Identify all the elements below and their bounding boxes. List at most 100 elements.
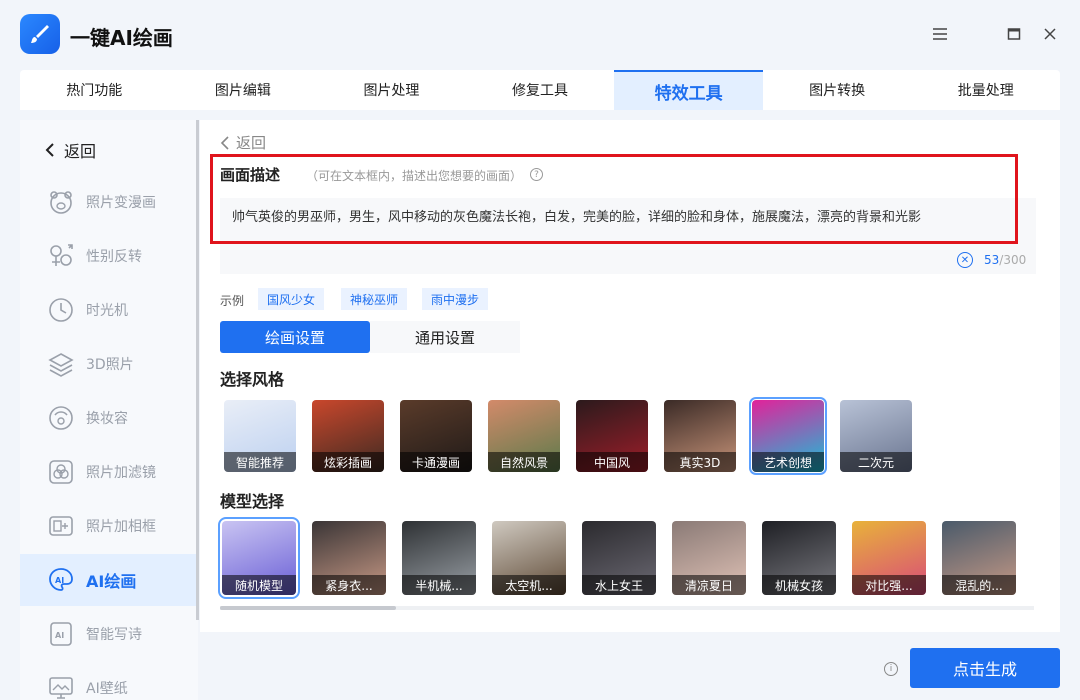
- example-tag[interactable]: 神秘巫师: [341, 288, 408, 310]
- model-card[interactable]: 水上女王: [582, 521, 656, 595]
- sidebar-item-label: 换妆容: [86, 411, 128, 427]
- style-card-label: 智能推荐: [224, 452, 296, 472]
- tab-image-convert[interactable]: 图片转换: [763, 70, 912, 110]
- char-count: 53/300: [984, 253, 1026, 267]
- style-card[interactable]: 中国风: [576, 400, 648, 472]
- tab-paint-settings[interactable]: 绘画设置: [220, 321, 370, 353]
- model-card-label: 对比强...: [852, 575, 926, 595]
- sidebar-back-button[interactable]: 返回: [44, 138, 96, 162]
- model-scroll-thumb[interactable]: [220, 606, 396, 610]
- style-card-label: 二次元: [840, 452, 912, 472]
- main-panel: 返回 画面描述 （可在文本框内，描述出您想要的画面） ? 帅气英俊的男巫师，男生…: [200, 120, 1060, 632]
- model-card[interactable]: 紧身衣...: [312, 521, 386, 595]
- sidebar-item-label: 照片加相框: [86, 519, 156, 535]
- sidebar-item-photo-to-cartoon[interactable]: 照片变漫画: [20, 176, 198, 228]
- style-card[interactable]: 智能推荐: [224, 400, 296, 472]
- sidebar-item-label: AI绘画: [86, 572, 137, 591]
- highlight-box: [210, 154, 1018, 244]
- sidebar-scrollbar[interactable]: [196, 120, 199, 620]
- model-card[interactable]: 混乱的...: [942, 521, 1016, 595]
- close-icon[interactable]: [1038, 22, 1062, 46]
- style-card-label: 艺术创想: [752, 452, 824, 472]
- style-card[interactable]: 自然风景: [488, 400, 560, 472]
- main-tab-bar: 热门功能 图片编辑 图片处理 修复工具 特效工具 图片转换 批量处理: [20, 70, 1060, 110]
- sidebar-item-photo-frame[interactable]: 照片加相框: [20, 500, 198, 552]
- maximize-icon[interactable]: [1002, 22, 1026, 46]
- model-card-label: 紧身衣...: [312, 575, 386, 595]
- info-icon[interactable]: i: [884, 662, 898, 676]
- char-count-max: /300: [999, 253, 1027, 267]
- model-card[interactable]: 太空机...: [492, 521, 566, 595]
- style-card[interactable]: 卡通漫画: [400, 400, 472, 472]
- svg-text:AI: AI: [55, 631, 64, 640]
- sidebar-item-gender-swap[interactable]: 性别反转: [20, 230, 198, 282]
- model-card-label: 太空机...: [492, 575, 566, 595]
- frame-icon: [48, 513, 74, 539]
- model-card-label: 混乱的...: [942, 575, 1016, 595]
- model-card-label: 清凉夏日: [672, 575, 746, 595]
- sidebar-item-label: 性别反转: [86, 249, 142, 265]
- tab-repair-tools[interactable]: 修复工具: [466, 70, 615, 110]
- model-section-title: 模型选择: [220, 492, 285, 511]
- tab-hot-features[interactable]: 热门功能: [20, 70, 169, 110]
- model-card-label: 半机械...: [402, 575, 476, 595]
- style-card[interactable]: 二次元: [840, 400, 912, 472]
- tab-image-edit[interactable]: 图片编辑: [169, 70, 318, 110]
- sidebar-item-label: 时光机: [86, 303, 128, 319]
- style-card[interactable]: 真实3D: [664, 400, 736, 472]
- ai-paint-icon: AI: [48, 567, 74, 593]
- example-tag[interactable]: 雨中漫步: [422, 288, 489, 310]
- model-card-label: 水上女王: [582, 575, 656, 595]
- chevron-left-icon: [220, 135, 229, 150]
- panel-back-button[interactable]: 返回: [220, 132, 266, 153]
- ai-wallpaper-icon: [48, 675, 74, 700]
- svg-text:AI: AI: [55, 576, 64, 585]
- sidebar-item-time-machine[interactable]: 时光机: [20, 284, 198, 336]
- tab-batch-process[interactable]: 批量处理: [911, 70, 1060, 110]
- app-title: 一键AI绘画: [70, 26, 173, 50]
- filter-icon: [48, 459, 74, 485]
- ai-poem-icon: AI: [48, 621, 74, 647]
- model-card[interactable]: 半机械...: [402, 521, 476, 595]
- sidebar-item-ai-painting[interactable]: AI AI绘画: [20, 554, 198, 606]
- sidebar: 返回 照片变漫画 性别反转 时光机 3D照片 换妆容 照片加滤镜 照片加相框 A…: [20, 120, 198, 700]
- example-tag[interactable]: 国风少女: [258, 288, 325, 310]
- model-card[interactable]: 随机模型: [218, 517, 300, 599]
- model-card-label: 随机模型: [222, 575, 296, 595]
- sidebar-item-label: AI壁纸: [86, 681, 128, 697]
- style-card[interactable]: 艺术创想: [749, 397, 827, 475]
- model-card[interactable]: 清凉夏日: [672, 521, 746, 595]
- examples-label: 示例: [220, 294, 245, 308]
- style-card-label: 中国风: [576, 452, 648, 472]
- sidebar-item-smart-poem[interactable]: AI 智能写诗: [20, 608, 198, 660]
- sidebar-item-makeup[interactable]: 换妆容: [20, 392, 198, 444]
- model-card[interactable]: 机械女孩: [762, 521, 836, 595]
- gender-icon: [48, 243, 74, 269]
- clear-icon[interactable]: ✕: [957, 252, 973, 268]
- title-bar: 一键AI绘画: [0, 0, 1080, 70]
- style-section-title: 选择风格: [220, 370, 285, 389]
- style-card-label: 真实3D: [664, 452, 736, 472]
- style-card[interactable]: 炫彩插画: [312, 400, 384, 472]
- style-card-label: 自然风景: [488, 452, 560, 472]
- hamburger-icon[interactable]: [928, 22, 952, 46]
- layers-icon: [48, 351, 74, 377]
- chevron-left-icon: [45, 143, 54, 157]
- char-count-current: 53: [984, 253, 1000, 267]
- tab-image-process[interactable]: 图片处理: [317, 70, 466, 110]
- tab-effect-tools[interactable]: 特效工具: [614, 70, 763, 110]
- sidebar-item-label: 智能写诗: [86, 627, 142, 643]
- generate-button[interactable]: 点击生成: [910, 648, 1060, 688]
- bear-face-icon: [48, 189, 74, 215]
- model-card[interactable]: 对比强...: [852, 521, 926, 595]
- paint-brush-icon: [20, 14, 60, 54]
- sidebar-item-label: 照片加滤镜: [86, 465, 156, 481]
- sidebar-item-3d-photo[interactable]: 3D照片: [20, 338, 198, 390]
- sidebar-item-label: 照片变漫画: [86, 195, 156, 211]
- model-card-label: 机械女孩: [762, 575, 836, 595]
- tab-general-settings[interactable]: 通用设置: [370, 321, 520, 353]
- makeup-face-icon: [48, 405, 74, 431]
- sidebar-item-ai-wallpaper[interactable]: AI壁纸: [20, 662, 198, 700]
- sidebar-item-photo-filter[interactable]: 照片加滤镜: [20, 446, 198, 498]
- style-card-label: 卡通漫画: [400, 452, 472, 472]
